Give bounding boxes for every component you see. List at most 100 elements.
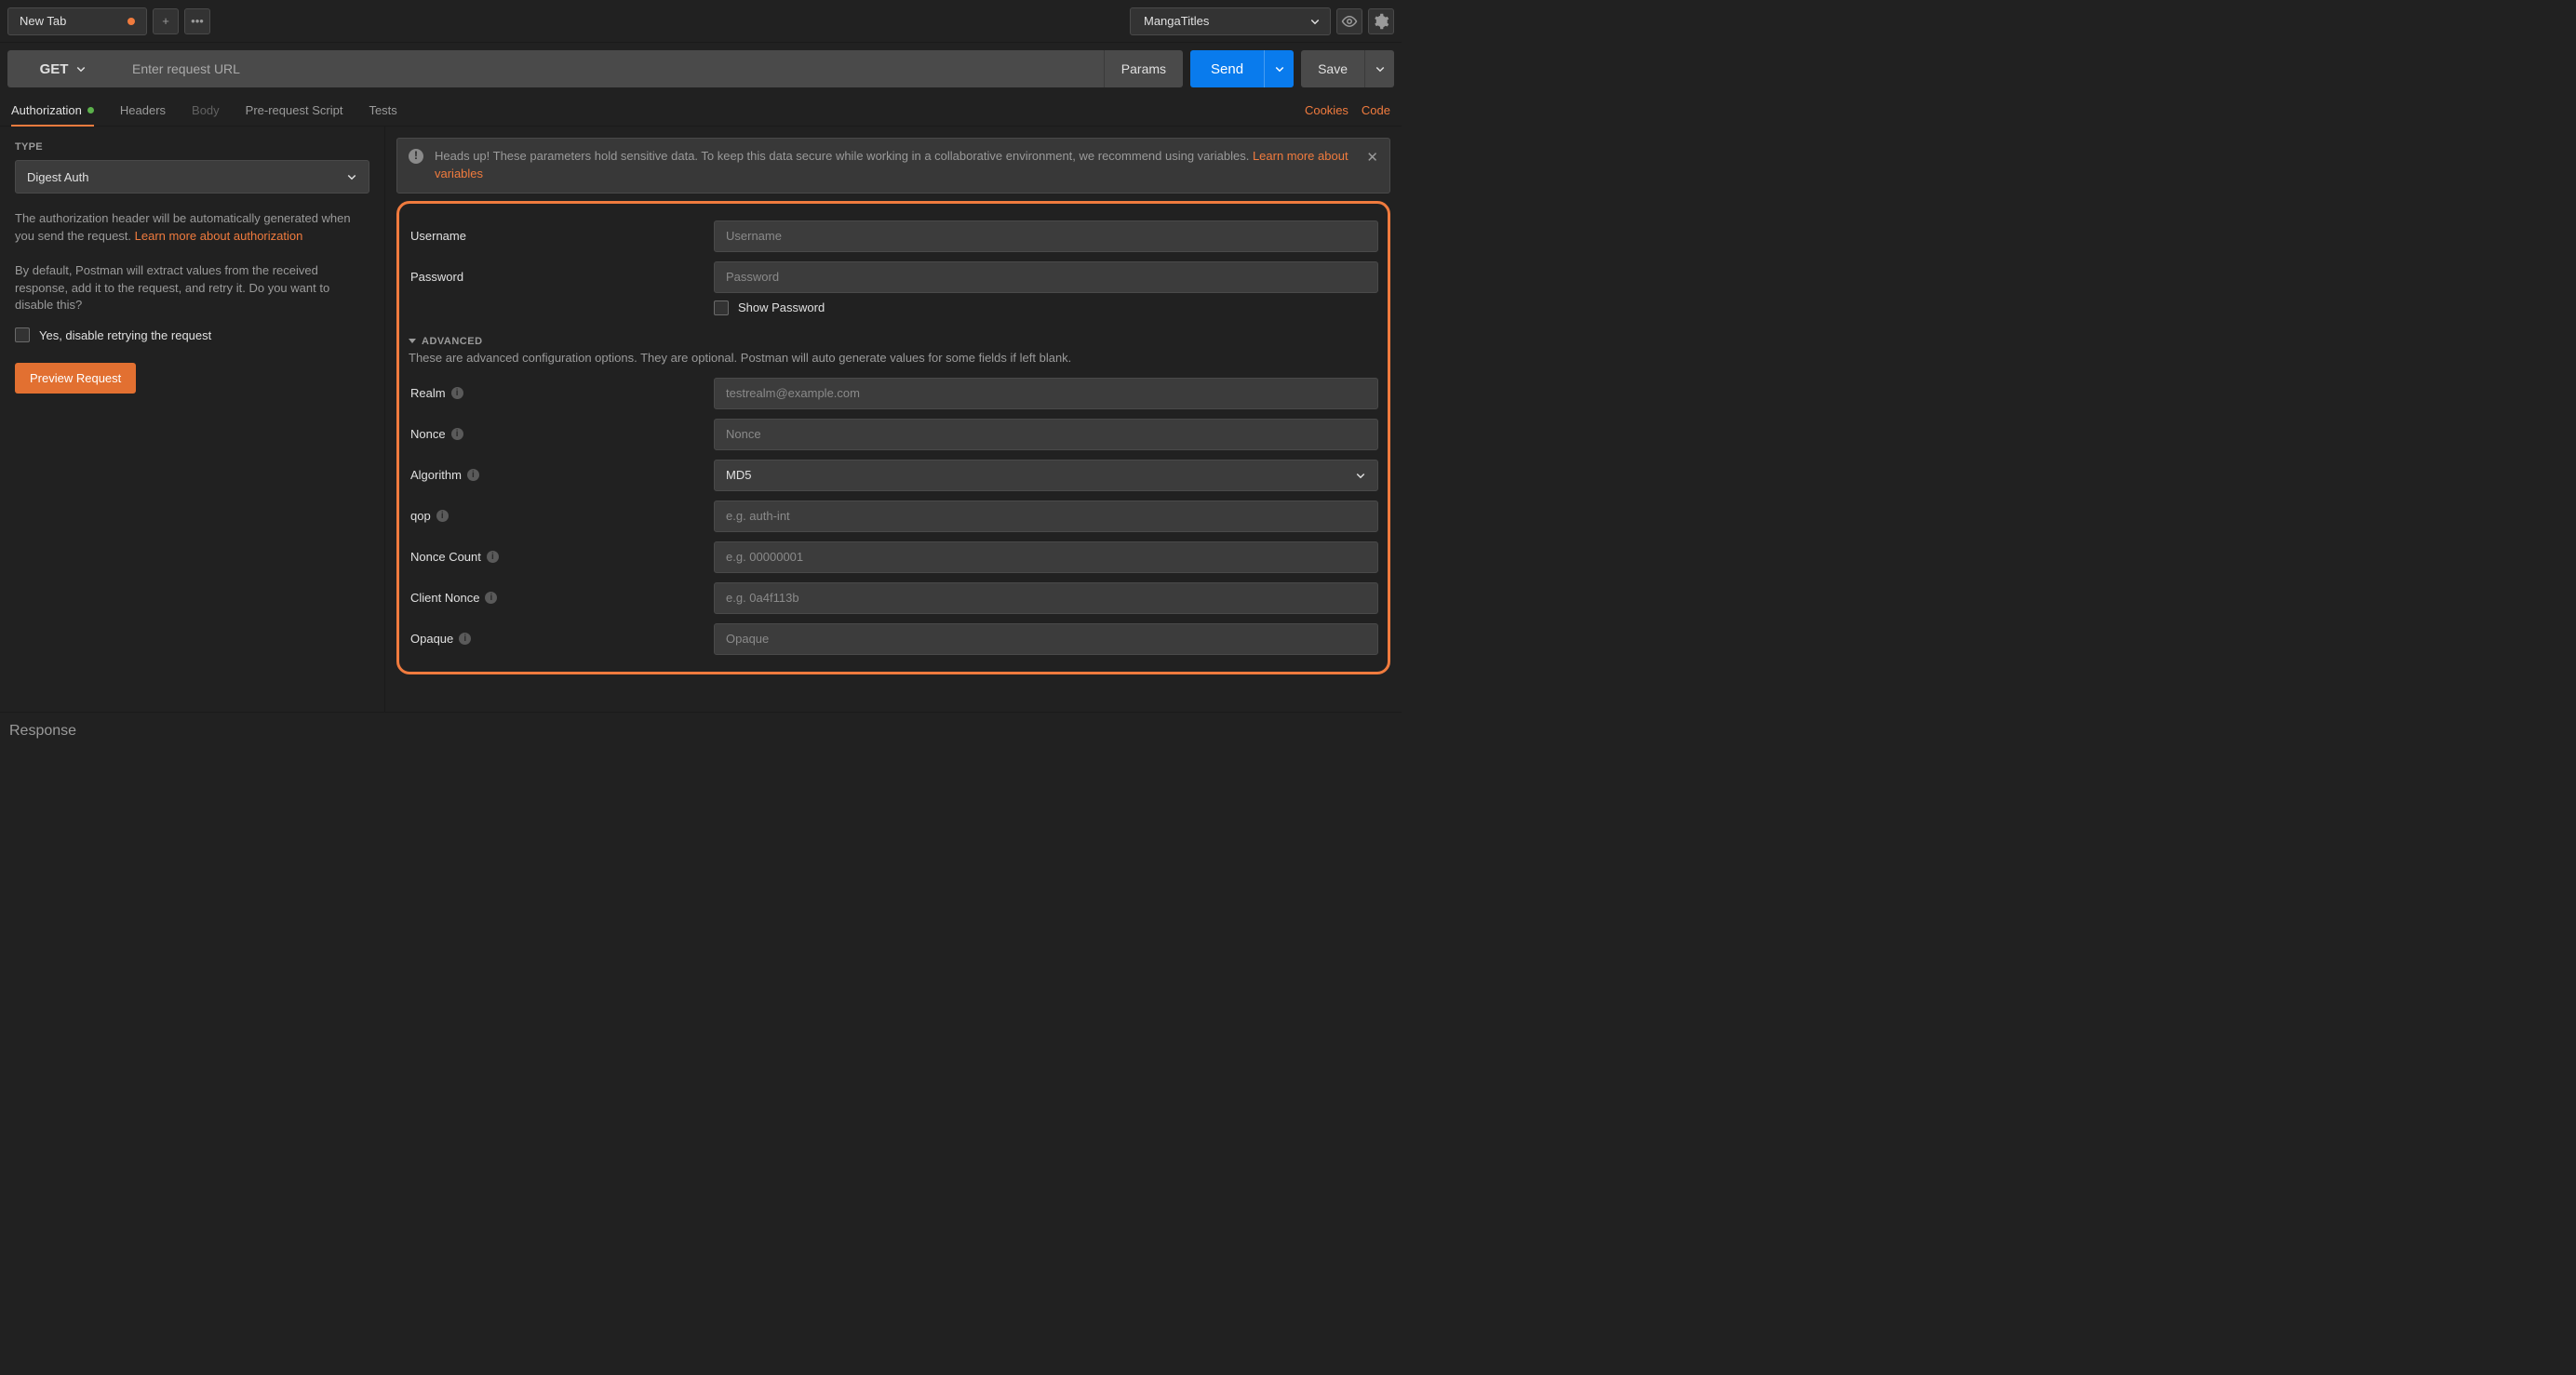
chevron-down-icon	[1309, 16, 1321, 27]
algorithm-label: Algorithm i	[409, 468, 706, 482]
banner-text: Heads up! These parameters hold sensitiv…	[435, 149, 1253, 163]
show-password-row[interactable]: Show Password	[714, 300, 1378, 315]
advanced-label: ADVANCED	[422, 336, 483, 347]
advanced-note: These are advanced configuration options…	[409, 351, 1378, 365]
tabs-region: New Tab + •••	[7, 7, 210, 35]
info-icon[interactable]: i	[451, 428, 463, 440]
digest-auth-form-highlight: Username Password Show Password ADVANCED…	[396, 201, 1390, 674]
qop-input[interactable]	[714, 501, 1378, 532]
chevron-down-icon	[1355, 470, 1366, 481]
nonce-count-label: Nonce Count i	[409, 550, 706, 564]
caret-down-icon	[409, 339, 416, 343]
realm-input[interactable]	[714, 378, 1378, 409]
client-nonce-label-text: Client Nonce	[410, 591, 479, 605]
save-button[interactable]: Save	[1301, 50, 1364, 87]
new-tab-button[interactable]: +	[153, 8, 179, 34]
username-label: Username	[409, 229, 706, 243]
tab-headers[interactable]: Headers	[120, 95, 166, 126]
auth-type-select[interactable]: Digest Auth	[15, 160, 369, 194]
tab-authorization[interactable]: Authorization	[11, 95, 94, 126]
chevron-down-icon	[1274, 63, 1285, 74]
client-nonce-label: Client Nonce i	[409, 591, 706, 605]
advanced-toggle[interactable]: ADVANCED	[409, 336, 1378, 347]
algorithm-select[interactable]: MD5	[714, 460, 1378, 491]
learn-more-authorization-link[interactable]: Learn more about authorization	[135, 229, 303, 243]
request-tab[interactable]: New Tab	[7, 7, 147, 35]
app-topbar: New Tab + ••• MangaTitles	[0, 0, 1402, 43]
send-button[interactable]: Send	[1190, 50, 1264, 87]
params-label: Params	[1121, 61, 1166, 76]
environment-label: MangaTitles	[1144, 14, 1209, 28]
disable-retry-checkbox-row[interactable]: Yes, disable retrying the request	[15, 327, 369, 342]
auth-left-column: TYPE Digest Auth The authorization heade…	[0, 127, 385, 712]
url-input[interactable]	[119, 50, 1104, 87]
chevron-down-icon	[1375, 63, 1386, 74]
client-nonce-input[interactable]	[714, 582, 1378, 614]
opaque-input[interactable]	[714, 623, 1378, 655]
gear-icon	[1373, 13, 1389, 30]
info-icon[interactable]: i	[467, 469, 479, 481]
info-icon[interactable]: i	[459, 633, 471, 645]
opaque-label-text: Opaque	[410, 632, 453, 646]
save-options-button[interactable]	[1364, 50, 1394, 87]
send-label: Send	[1211, 61, 1243, 77]
chevron-down-icon	[75, 63, 87, 74]
environment-select[interactable]: MangaTitles	[1130, 7, 1331, 35]
nonce-count-row: Nonce Count i	[409, 540, 1378, 575]
tab-prerequest-label: Pre-request Script	[246, 103, 343, 117]
tab-body[interactable]: Body	[192, 95, 220, 126]
show-password-checkbox[interactable]	[714, 300, 729, 315]
environment-quicklook-button[interactable]	[1336, 8, 1362, 34]
preview-request-button[interactable]: Preview Request	[15, 363, 136, 394]
request-bar: GET Params Send Save	[0, 43, 1402, 95]
nonce-input[interactable]	[714, 419, 1378, 450]
retry-description: By default, Postman will extract values …	[15, 262, 369, 315]
http-method-select[interactable]: GET	[7, 50, 119, 87]
tab-authorization-label: Authorization	[11, 103, 82, 117]
auth-right-column: ! Heads up! These parameters hold sensit…	[385, 127, 1402, 712]
send-group: Send	[1190, 50, 1294, 87]
send-options-button[interactable]	[1264, 50, 1294, 87]
tab-prerequest[interactable]: Pre-request Script	[246, 95, 343, 126]
settings-button[interactable]	[1368, 8, 1394, 34]
algorithm-label-text: Algorithm	[410, 468, 462, 482]
info-icon[interactable]: i	[436, 510, 449, 522]
qop-row: qopi	[409, 499, 1378, 534]
algorithm-value: MD5	[726, 468, 751, 482]
tab-body-label: Body	[192, 103, 220, 117]
nonce-count-input[interactable]	[714, 541, 1378, 573]
tab-tests[interactable]: Tests	[369, 95, 396, 126]
cookies-link[interactable]: Cookies	[1305, 103, 1348, 117]
auth-type-value: Digest Auth	[27, 170, 89, 184]
tab-overflow-button[interactable]: •••	[184, 8, 210, 34]
show-password-label: Show Password	[738, 300, 825, 314]
eye-icon	[1341, 13, 1358, 30]
nonce-label: Noncei	[409, 427, 706, 441]
params-button[interactable]: Params	[1104, 50, 1183, 87]
preview-request-label: Preview Request	[30, 371, 121, 385]
code-link[interactable]: Code	[1362, 103, 1390, 117]
save-label: Save	[1318, 61, 1348, 76]
qop-label: qopi	[409, 509, 706, 523]
opaque-row: Opaquei	[409, 621, 1378, 657]
realm-label: Realmi	[409, 386, 706, 400]
password-input[interactable]	[714, 261, 1378, 293]
info-icon[interactable]: i	[487, 551, 499, 563]
subtabs-right: Cookies Code	[1305, 103, 1390, 117]
username-input[interactable]	[714, 220, 1378, 252]
client-nonce-row: Client Nonce i	[409, 581, 1378, 616]
auth-description: The authorization header will be automat…	[15, 210, 369, 246]
close-icon: ✕	[1366, 150, 1378, 166]
banner-close-button[interactable]: ✕	[1366, 148, 1378, 168]
url-row: GET Params	[7, 50, 1183, 87]
warning-icon: !	[409, 149, 423, 164]
nonce-count-label-text: Nonce Count	[410, 550, 481, 564]
response-section-header[interactable]: Response	[0, 713, 1402, 750]
qop-label-text: qop	[410, 509, 431, 523]
disable-retry-checkbox[interactable]	[15, 327, 30, 342]
main-area: TYPE Digest Auth The authorization heade…	[0, 127, 1402, 713]
password-label: Password	[409, 270, 706, 284]
info-icon[interactable]: i	[485, 592, 497, 604]
info-icon[interactable]: i	[451, 387, 463, 399]
algorithm-row: Algorithm i MD5	[409, 458, 1378, 493]
